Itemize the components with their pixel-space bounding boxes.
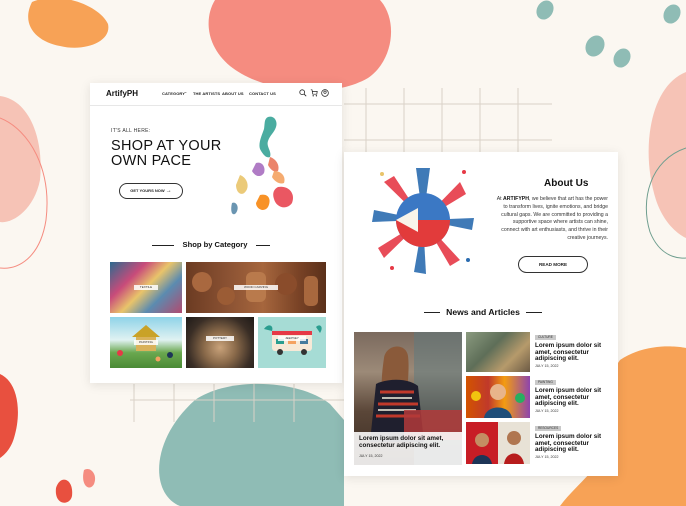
- hero-eyebrow: IT'S ALL HERE:: [111, 128, 151, 134]
- user-icon[interactable]: [321, 89, 329, 97]
- search-icon[interactable]: [299, 89, 307, 97]
- category-tile-wood-carving[interactable]: WOOD CARVING: [186, 262, 326, 313]
- article-tag[interactable]: PAINTING: [535, 380, 556, 385]
- about-brand: ARTIFYPH: [503, 196, 529, 202]
- featured-caption: Lorem ipsum dolor sit amet, consectetur …: [354, 432, 462, 465]
- article-tag[interactable]: CULTURE: [535, 335, 556, 340]
- featured-article-card[interactable]: Lorem ipsum dolor sit amet, consectetur …: [354, 332, 462, 465]
- category-tile-textile[interactable]: TEXTILE: [110, 262, 182, 313]
- nav-the-artists[interactable]: THE ARTISTS: [193, 91, 220, 96]
- category-tile-jeepney[interactable]: JEEPNEY: [258, 317, 326, 368]
- featured-article-title[interactable]: Lorem ipsum dolor sit amet, consectetur …: [359, 435, 457, 449]
- section-rule-left: [152, 245, 174, 246]
- article-thumbnail[interactable]: [466, 332, 530, 372]
- category-label: JEEPNEY: [278, 336, 306, 341]
- article-title[interactable]: Lorem ipsum dolor sit amet, consectetur …: [535, 387, 611, 408]
- about-us-text: At ARTIFYPH, we believe that art has the…: [494, 196, 608, 243]
- resources-photo: [466, 422, 530, 464]
- article-thumbnail[interactable]: [466, 422, 530, 464]
- arrow-right-icon: →: [165, 188, 172, 194]
- jeepney-image: [264, 325, 322, 355]
- featured-article-date: JULY 15, 2022: [359, 454, 383, 458]
- get-yours-now-label: GET YOURS NOW: [130, 188, 165, 193]
- read-more-button[interactable]: READ MORE: [518, 256, 588, 273]
- news-rule-right: [526, 312, 542, 313]
- article-tag[interactable]: RESOURCES: [535, 426, 562, 431]
- nav-about-us[interactable]: ABOUT US: [222, 91, 244, 96]
- article-title[interactable]: Lorem ipsum dolor sit amet, consectetur …: [535, 433, 611, 454]
- category-tile-pottery[interactable]: POTTERY: [186, 317, 254, 368]
- top-navbar: ArtifyPH CATEGORY ⌄ THE ARTISTS ABOUT US…: [90, 83, 342, 106]
- get-yours-now-button[interactable]: GET YOURS NOW →: [119, 183, 183, 199]
- portrait-painting-image: [471, 384, 525, 418]
- shop-page-mockup: ArtifyPH CATEGORY ⌄ THE ARTISTS ABOUT US…: [90, 83, 342, 383]
- news-rule-left: [424, 312, 440, 313]
- category-label: WOOD CARVING: [234, 285, 278, 290]
- news-articles-title: News and Articles: [446, 307, 520, 317]
- category-label: POTTERY: [206, 336, 234, 341]
- article-title[interactable]: Lorem ipsum dolor sit amet, consectetur …: [535, 342, 611, 363]
- nav-contact-us[interactable]: CONTACT US: [249, 91, 276, 96]
- about-news-page-mockup: About Us At ARTIFYPH, we believe that ar…: [344, 152, 618, 476]
- shop-by-category-title: Shop by Category: [182, 240, 248, 249]
- article-date: JULY 15, 2022: [535, 455, 559, 459]
- article-thumbnail[interactable]: [466, 376, 530, 418]
- site-logo[interactable]: ArtifyPH: [106, 89, 138, 98]
- category-label: PAINTING: [134, 340, 158, 345]
- category-label: TEXTILE: [134, 285, 158, 290]
- philippines-map-illustration: [231, 116, 294, 215]
- chevron-down-icon: ⌄: [184, 89, 188, 94]
- article-date: JULY 15, 2022: [535, 364, 559, 368]
- about-body: , we believe that art has the power to t…: [501, 196, 608, 241]
- article-date: JULY 15, 2022: [535, 409, 559, 413]
- nav-category[interactable]: CATEGORY: [162, 91, 185, 96]
- cart-icon[interactable]: [310, 89, 318, 97]
- philippine-flag-sun-illustration: [372, 168, 474, 274]
- section-rule-right: [256, 245, 270, 246]
- category-tile-painting[interactable]: PAINTING: [110, 317, 182, 368]
- about-us-title: About Us: [544, 178, 589, 189]
